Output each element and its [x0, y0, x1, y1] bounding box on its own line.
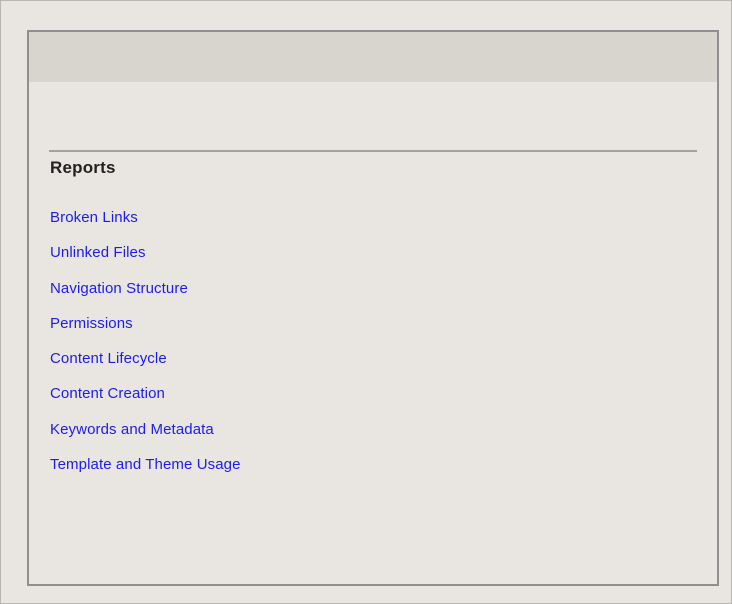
template-theme-usage-link[interactable]: Template and Theme Usage — [50, 456, 241, 473]
panel-header-bar — [29, 32, 717, 82]
navigation-structure-link[interactable]: Navigation Structure — [50, 280, 188, 297]
broken-links-link[interactable]: Broken Links — [50, 209, 138, 226]
unlinked-files-link[interactable]: Unlinked Files — [50, 244, 146, 261]
reports-list: Broken Links Unlinked Files Navigation S… — [50, 208, 241, 490]
list-item: Broken Links — [50, 208, 241, 243]
list-item: Unlinked Files — [50, 243, 241, 278]
permissions-link[interactable]: Permissions — [50, 315, 133, 332]
reports-panel: Reports Broken Links Unlinked Files Navi… — [27, 30, 719, 586]
reports-heading: Reports — [50, 158, 116, 177]
keywords-metadata-link[interactable]: Keywords and Metadata — [50, 421, 214, 438]
list-item: Template and Theme Usage — [50, 455, 241, 490]
window-frame: Reports Broken Links Unlinked Files Navi… — [0, 0, 732, 604]
list-item: Content Lifecycle — [50, 349, 241, 384]
list-item: Content Creation — [50, 384, 241, 419]
content-creation-link[interactable]: Content Creation — [50, 385, 165, 402]
list-item: Navigation Structure — [50, 279, 241, 314]
content-lifecycle-link[interactable]: Content Lifecycle — [50, 350, 167, 367]
list-item: Keywords and Metadata — [50, 420, 241, 455]
section-divider — [49, 150, 697, 152]
list-item: Permissions — [50, 314, 241, 349]
